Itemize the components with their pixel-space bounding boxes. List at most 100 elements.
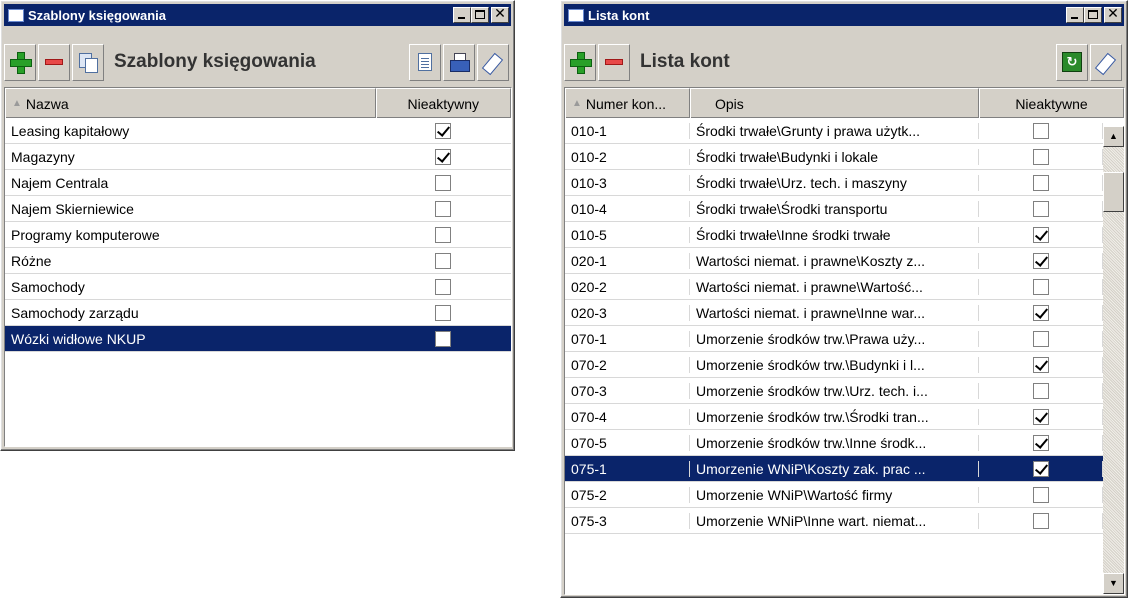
table-row[interactable]: Różne [5,248,511,274]
maximize-button[interactable] [471,7,489,23]
inactive-checkbox[interactable] [435,174,452,191]
sort-arrow-icon: ▲ [12,98,22,109]
minimize-button[interactable] [1066,7,1084,23]
inactive-checkbox[interactable] [1032,174,1049,191]
inactive-checkbox[interactable] [1032,148,1049,165]
table-row[interactable]: 070-2 Umorzenie środków trw.\Budynki i l.… [565,352,1103,378]
table-row[interactable]: 010-4 Środki trwałe\Środki transportu [565,196,1103,222]
inactive-checkbox[interactable] [435,330,452,347]
vertical-scrollbar[interactable]: ▲ ▼ [1103,126,1124,594]
table-row[interactable]: Wózki widłowe NKUP [5,326,511,352]
inactive-checkbox[interactable] [435,148,452,165]
remove-button[interactable] [598,43,630,81]
eraser-icon [1096,52,1116,72]
column-header-inactive[interactable]: Nieaktywne [979,88,1124,118]
table-row[interactable]: 020-3 Wartości niemat. i prawne\Inne war.… [565,300,1103,326]
table-row[interactable]: Leasing kapitałowy [5,118,511,144]
inactive-checkbox[interactable] [435,278,452,295]
minimize-button[interactable] [453,7,471,23]
column-header-description[interactable]: Opis [690,88,979,118]
column-header-number[interactable]: ▲ Numer kon... [565,88,690,118]
inactive-checkbox[interactable] [435,226,452,243]
inactive-cell [376,148,511,165]
scroll-thumb[interactable] [1103,172,1124,212]
inactive-checkbox[interactable] [1032,304,1049,321]
table-row[interactable]: 020-1 Wartości niemat. i prawne\Koszty z.… [565,248,1103,274]
scroll-down-button[interactable]: ▼ [1103,573,1124,594]
table-row[interactable]: 010-1 Środki trwałe\Grunty i prawa użytk.… [565,118,1103,144]
inactive-cell [979,460,1103,477]
close-icon: ✕ [494,6,506,22]
add-button[interactable] [564,43,596,81]
inactive-checkbox[interactable] [1032,460,1049,477]
table-row[interactable]: 070-4 Umorzenie środków trw.\Środki tran.… [565,404,1103,430]
column-label: Numer kon... [585,95,667,112]
column-header-inactive[interactable]: Nieaktywny [375,88,511,118]
templates-toolbar: Szablony księgowania [4,41,511,83]
table-row[interactable]: Najem Skierniewice [5,196,511,222]
inactive-checkbox[interactable] [1032,278,1049,295]
table-row[interactable]: 075-3 Umorzenie WNiP\Inne wart. niemat... [565,508,1103,534]
inactive-checkbox[interactable] [1032,200,1049,217]
inactive-checkbox[interactable] [1032,252,1049,269]
inactive-checkbox[interactable] [1032,226,1049,243]
minimize-icon [1071,17,1078,19]
table-row[interactable]: 075-2 Umorzenie WNiP\Wartość firmy [565,482,1103,508]
table-row[interactable]: Najem Centrala [5,170,511,196]
table-row[interactable]: Programy komputerowe [5,222,511,248]
add-button[interactable] [4,43,36,81]
column-label: Nieaktywne [1015,95,1088,112]
inactive-cell [376,330,511,347]
inactive-checkbox[interactable] [435,252,452,269]
table-row[interactable]: Samochody [5,274,511,300]
table-row[interactable]: 010-3 Środki trwałe\Urz. tech. i maszyny [565,170,1103,196]
inactive-checkbox[interactable] [1032,122,1049,139]
table-row[interactable]: 010-2 Środki trwałe\Budynki i lokale [565,144,1103,170]
account-number: 010-3 [565,174,690,191]
inactive-cell [979,174,1103,191]
inactive-checkbox[interactable] [1032,356,1049,373]
refresh-button[interactable]: ↻ [1056,43,1088,81]
account-description: Umorzenie środków trw.\Urz. tech. i... [690,382,979,399]
edit-button[interactable] [1090,43,1122,81]
scroll-up-button[interactable]: ▲ [1103,126,1124,147]
table-row[interactable]: 070-5 Umorzenie środków trw.\Inne środk..… [565,430,1103,456]
account-number: 020-1 [565,252,690,269]
table-row[interactable]: Magazyny [5,144,511,170]
maximize-button[interactable] [1084,7,1102,23]
inactive-checkbox[interactable] [1032,408,1049,425]
table-row[interactable]: 010-5 Środki trwałe\Inne środki trwałe [565,222,1103,248]
inactive-cell [979,408,1103,425]
inactive-checkbox[interactable] [1032,486,1049,503]
templates-titlebar[interactable]: Szablony księgowania ✕ [4,4,511,26]
inactive-cell [979,486,1103,503]
accounts-rows: 010-1 Środki trwałe\Grunty i prawa użytk.… [565,118,1124,534]
inactive-checkbox[interactable] [435,304,452,321]
close-button[interactable]: ✕ [491,6,509,23]
table-row[interactable]: 070-3 Umorzenie środków trw.\Urz. tech. i… [565,378,1103,404]
accounts-titlebar[interactable]: Lista kont ✕ [564,4,1124,26]
inactive-checkbox[interactable] [1032,434,1049,451]
document-button[interactable] [409,43,441,81]
inactive-checkbox[interactable] [435,200,452,217]
account-description: Wartości niemat. i prawne\Wartość... [690,278,979,295]
column-header-name[interactable]: ▲ Nazwa [5,88,376,118]
close-button[interactable]: ✕ [1104,6,1122,23]
inactive-checkbox[interactable] [1032,512,1049,529]
template-name: Wózki widłowe NKUP [11,330,146,347]
table-row[interactable]: 070-1 Umorzenie środków trw.\Prawa uży... [565,326,1103,352]
caption-buttons: ✕ [453,6,509,23]
inactive-checkbox[interactable] [435,122,452,139]
table-row[interactable]: Samochody zarządu [5,300,511,326]
copy-button[interactable] [72,43,104,81]
remove-button[interactable] [38,43,70,81]
inactive-checkbox[interactable] [1032,382,1049,399]
print-button[interactable] [443,43,475,81]
account-number: 070-5 [565,434,690,451]
inactive-cell [376,278,511,295]
inactive-checkbox[interactable] [1032,330,1049,347]
edit-button[interactable] [477,43,509,81]
account-description: Umorzenie WNiP\Inne wart. niemat... [690,512,979,529]
table-row[interactable]: 075-1 Umorzenie WNiP\Koszty zak. prac ... [565,456,1103,482]
table-row[interactable]: 020-2 Wartości niemat. i prawne\Wartość..… [565,274,1103,300]
